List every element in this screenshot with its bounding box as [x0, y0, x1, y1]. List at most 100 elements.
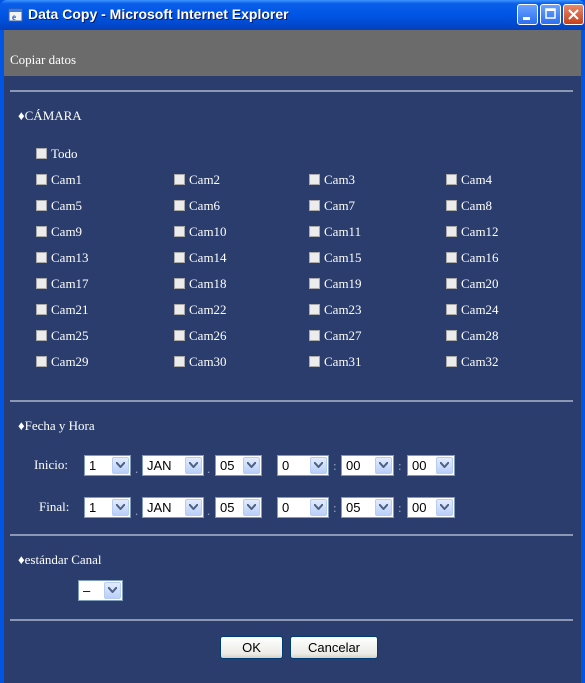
checkbox-cam23[interactable]: Cam23 [309, 302, 362, 320]
channel-select[interactable]: – [78, 580, 123, 601]
checkbox-cam25[interactable]: Cam25 [36, 328, 89, 346]
checkbox-all[interactable]: Todo [36, 146, 78, 164]
chevron-down-icon [112, 499, 129, 516]
checkbox-label: Cam25 [51, 328, 89, 343]
checkbox-cam26[interactable]: Cam26 [174, 328, 227, 346]
checkbox-box[interactable] [174, 356, 185, 367]
checkbox-box[interactable] [446, 174, 457, 185]
checkbox-cam18[interactable]: Cam18 [174, 276, 227, 294]
checkbox-box[interactable] [174, 226, 185, 237]
checkbox-box[interactable] [36, 148, 47, 159]
checkbox-cam5[interactable]: Cam5 [36, 198, 82, 216]
minimize-button[interactable] [517, 4, 538, 25]
checkbox-box[interactable] [446, 330, 457, 341]
end-second-select[interactable]: 00 [407, 497, 455, 518]
checkbox-box[interactable] [309, 356, 320, 367]
start-year-select[interactable]: 05 [215, 455, 262, 476]
checkbox-label: Cam15 [324, 250, 362, 265]
checkbox-label: Cam6 [189, 198, 221, 213]
checkbox-cam24[interactable]: Cam24 [446, 302, 499, 320]
maximize-button[interactable] [540, 4, 561, 25]
end-year-select[interactable]: 05 [215, 497, 262, 518]
checkbox-cam27[interactable]: Cam27 [309, 328, 362, 346]
checkbox-cam29[interactable]: Cam29 [36, 354, 89, 372]
checkbox-box[interactable] [309, 226, 320, 237]
checkbox-box[interactable] [36, 226, 47, 237]
checkbox-cam28[interactable]: Cam28 [446, 328, 499, 346]
checkbox-cam19[interactable]: Cam19 [309, 276, 362, 294]
end-hour-select[interactable]: 0 [277, 497, 329, 518]
checkbox-cam21[interactable]: Cam21 [36, 302, 89, 320]
checkbox-label: Cam23 [324, 302, 362, 317]
checkbox-box[interactable] [36, 252, 47, 263]
checkbox-cam9[interactable]: Cam9 [36, 224, 82, 242]
checkbox-box[interactable] [446, 226, 457, 237]
checkbox-cam6[interactable]: Cam6 [174, 198, 220, 216]
checkbox-box[interactable] [309, 200, 320, 211]
checkbox-cam20[interactable]: Cam20 [446, 276, 499, 294]
checkbox-box[interactable] [36, 174, 47, 185]
start-month-select[interactable]: JAN [142, 455, 204, 476]
chevron-down-icon [375, 499, 392, 516]
channel-section-title: ♦estándar Canal [18, 552, 102, 567]
date-separator: . [207, 503, 211, 518]
checkbox-box[interactable] [36, 304, 47, 315]
start-minute-select[interactable]: 00 [341, 455, 394, 476]
checkbox-box[interactable] [446, 278, 457, 289]
checkbox-box[interactable] [309, 174, 320, 185]
checkbox-box[interactable] [446, 304, 457, 315]
date-separator: . [135, 503, 139, 518]
checkbox-box[interactable] [309, 330, 320, 341]
checkbox-box[interactable] [36, 356, 47, 367]
start-day-select[interactable]: 1 [84, 455, 131, 476]
page-title: Copiar datos [10, 52, 77, 67]
checkbox-box[interactable] [446, 252, 457, 263]
checkbox-box[interactable] [174, 174, 185, 185]
checkbox-box[interactable] [309, 278, 320, 289]
checkbox-cam17[interactable]: Cam17 [36, 276, 89, 294]
end-day-select[interactable]: 1 [84, 497, 131, 518]
checkbox-cam3[interactable]: Cam3 [309, 172, 355, 190]
title-bar[interactable]: e Data Copy - Microsoft Internet Explore… [0, 0, 585, 30]
checkbox-cam7[interactable]: Cam7 [309, 198, 355, 216]
checkbox-box[interactable] [174, 278, 185, 289]
checkbox-cam2[interactable]: Cam2 [174, 172, 220, 190]
checkbox-cam1[interactable]: Cam1 [36, 172, 82, 190]
start-second-select[interactable]: 00 [407, 455, 455, 476]
checkbox-cam11[interactable]: Cam11 [309, 224, 361, 242]
dialog-content: Copiar datos ♦CÁMARA Todo Cam1 Cam2 Cam3 Ca… [4, 30, 581, 683]
checkbox-cam15[interactable]: Cam15 [309, 250, 362, 268]
checkbox-box[interactable] [36, 330, 47, 341]
checkbox-cam13[interactable]: Cam13 [36, 250, 89, 268]
checkbox-box[interactable] [36, 278, 47, 289]
checkbox-cam32[interactable]: Cam32 [446, 354, 499, 372]
checkbox-cam8[interactable]: Cam8 [446, 198, 492, 216]
checkbox-label: Cam13 [51, 250, 89, 265]
checkbox-box[interactable] [174, 200, 185, 211]
close-button[interactable] [563, 4, 584, 25]
checkbox-cam4[interactable]: Cam4 [446, 172, 492, 190]
checkbox-box[interactable] [36, 200, 47, 211]
checkbox-cam12[interactable]: Cam12 [446, 224, 499, 242]
checkbox-cam30[interactable]: Cam30 [174, 354, 227, 372]
checkbox-cam22[interactable]: Cam22 [174, 302, 227, 320]
checkbox-box[interactable] [446, 356, 457, 367]
checkbox-box[interactable] [309, 304, 320, 315]
checkbox-box[interactable] [174, 304, 185, 315]
checkbox-box[interactable] [446, 200, 457, 211]
ok-button[interactable]: OK [220, 636, 283, 659]
checkbox-box[interactable] [174, 252, 185, 263]
checkbox-cam14[interactable]: Cam14 [174, 250, 227, 268]
start-hour-select[interactable]: 0 [277, 455, 329, 476]
end-month-select[interactable]: JAN [142, 497, 204, 518]
checkbox-cam10[interactable]: Cam10 [174, 224, 227, 242]
chevron-down-icon [436, 499, 453, 516]
cancel-button[interactable]: Cancelar [290, 636, 378, 659]
checkbox-box[interactable] [174, 330, 185, 341]
end-minute-select[interactable]: 05 [341, 497, 394, 518]
checkbox-cam31[interactable]: Cam31 [309, 354, 362, 372]
checkbox-cam16[interactable]: Cam16 [446, 250, 499, 268]
checkbox-box[interactable] [309, 252, 320, 263]
checkbox-label: Cam2 [189, 172, 221, 187]
checkbox-label: Cam12 [461, 224, 499, 239]
